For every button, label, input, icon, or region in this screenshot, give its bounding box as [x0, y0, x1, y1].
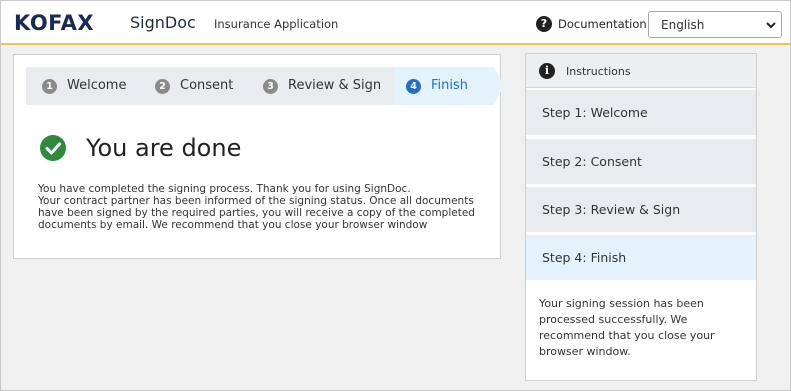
- language-select[interactable]: English: [648, 11, 782, 38]
- step-label: Welcome: [67, 78, 127, 93]
- instructions-title: Instructions: [566, 65, 631, 78]
- step-review-sign: 3 Review & Sign: [263, 67, 381, 105]
- step-label: Review & Sign: [288, 78, 382, 93]
- step-consent: 2 Consent: [155, 67, 233, 105]
- info-circle-icon: i: [539, 63, 555, 79]
- check-circle-icon: [40, 135, 66, 161]
- message-line: You have completed the signing process. …: [38, 183, 411, 195]
- instructions-panel: i Instructions Step 1: Welcome Step 2: C…: [525, 53, 757, 381]
- step-label: Finish: [431, 78, 469, 93]
- documentation-link[interactable]: Documentation: [558, 17, 647, 31]
- step-number-badge: 3: [263, 78, 278, 94]
- app-window: KOFAX SignDoc Insurance Application ? Do…: [0, 0, 791, 391]
- instructions-header: i Instructions: [526, 54, 756, 88]
- step-finish: 4 Finish: [406, 67, 468, 105]
- product-name: SignDoc: [130, 13, 196, 32]
- message-line: Your contract partner has been informed …: [38, 195, 475, 231]
- instruction-step-finish[interactable]: Step 4: Finish: [526, 235, 756, 282]
- top-bar: KOFAX SignDoc Insurance Application ? Do…: [1, 1, 790, 45]
- progress-stepper: 1 Welcome 2 Consent 3 Review & Sign 4 Fi…: [26, 67, 504, 105]
- completion-card: 1 Welcome 2 Consent 3 Review & Sign 4 Fi…: [13, 54, 504, 259]
- language-selected-value: English: [661, 18, 705, 32]
- step-number-badge: 2: [155, 78, 170, 94]
- page-title: You are done: [86, 134, 242, 162]
- instruction-step-review-sign[interactable]: Step 3: Review & Sign: [526, 187, 756, 234]
- application-title: Insurance Application: [214, 17, 339, 31]
- step-number-badge: 1: [42, 78, 57, 94]
- completion-heading: You are done: [40, 133, 241, 163]
- instruction-step-welcome[interactable]: Step 1: Welcome: [526, 90, 756, 137]
- chevron-down-icon: [766, 22, 776, 29]
- step-number-badge: 4: [406, 78, 421, 94]
- step-welcome: 1 Welcome: [42, 67, 126, 105]
- question-circle-icon[interactable]: ?: [536, 16, 552, 32]
- instruction-step-consent[interactable]: Step 2: Consent: [526, 139, 756, 186]
- instructions-text: Your signing session has been processed …: [539, 297, 715, 358]
- completion-message: You have completed the signing process. …: [38, 183, 488, 231]
- step-label: Consent: [180, 78, 234, 93]
- kofax-logo: KOFAX: [14, 11, 95, 35]
